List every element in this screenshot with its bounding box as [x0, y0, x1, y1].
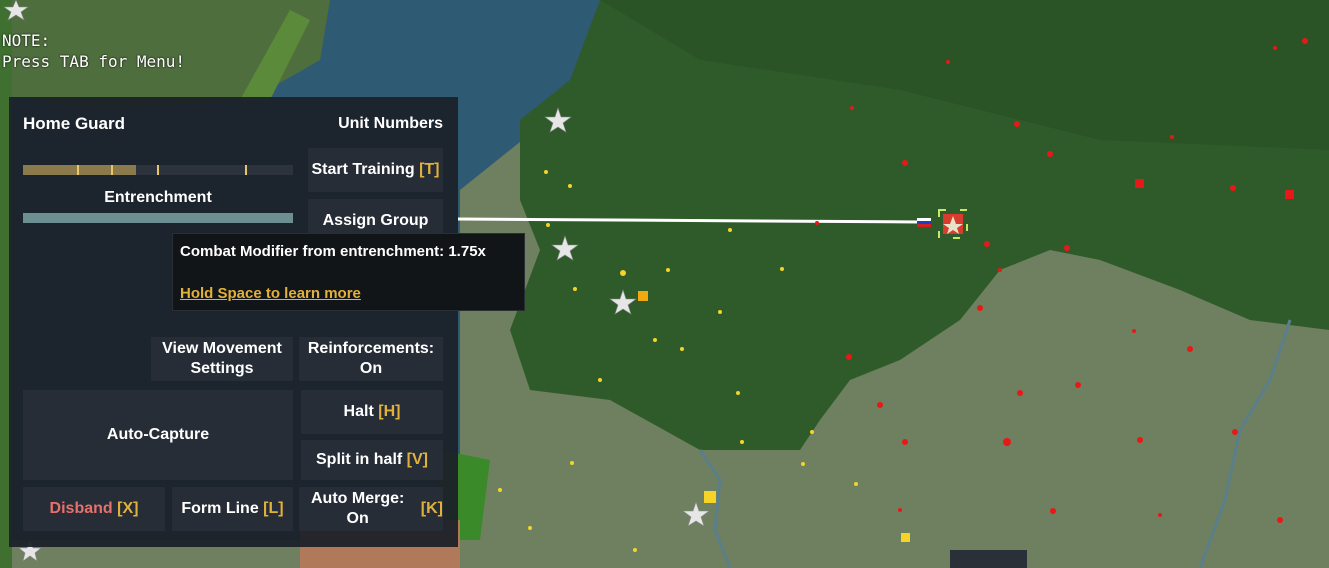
tooltip-learn-more-link[interactable]: Hold Space to learn more: [180, 285, 361, 302]
note-line-1: NOTE:: [2, 31, 51, 50]
disband-button[interactable]: Disband [X]: [23, 487, 165, 531]
tooltip-combat-modifier: Combat Modifier from entrenchment: 1.75x: [180, 243, 486, 260]
entrenchment-bar-fill: [23, 213, 293, 223]
auto-capture-button[interactable]: Auto-Capture: [23, 390, 293, 480]
entrenchment-label: Entrenchment: [104, 189, 212, 206]
entrenchment-bar: [23, 213, 293, 223]
entrenchment-tooltip: Combat Modifier from entrenchment: 1.75x…: [172, 233, 525, 311]
note-text: NOTE: Press TAB for Menu!: [2, 30, 185, 72]
unit-name: Home Guard: [23, 114, 126, 133]
note-line-2: Press TAB for Menu!: [2, 52, 186, 71]
form-line-button[interactable]: Form Line [L]: [172, 487, 293, 531]
strength-bar: [23, 165, 293, 175]
halt-button[interactable]: Halt [H]: [301, 390, 443, 434]
strength-bar-fill: [23, 165, 137, 175]
unit-panel: Home Guard Unit Numbers Entrenchment Sta…: [9, 97, 458, 547]
split-half-button[interactable]: Split in half [V]: [301, 440, 443, 480]
start-training-button[interactable]: Start Training [T]: [308, 148, 443, 192]
auto-merge-toggle[interactable]: Auto Merge: On [K]: [299, 487, 443, 531]
unit-numbers-label[interactable]: Unit Numbers: [338, 115, 443, 133]
view-movement-settings-button[interactable]: View Movement Settings: [151, 337, 293, 381]
reinforcements-toggle[interactable]: Reinforcements: On: [299, 337, 443, 381]
